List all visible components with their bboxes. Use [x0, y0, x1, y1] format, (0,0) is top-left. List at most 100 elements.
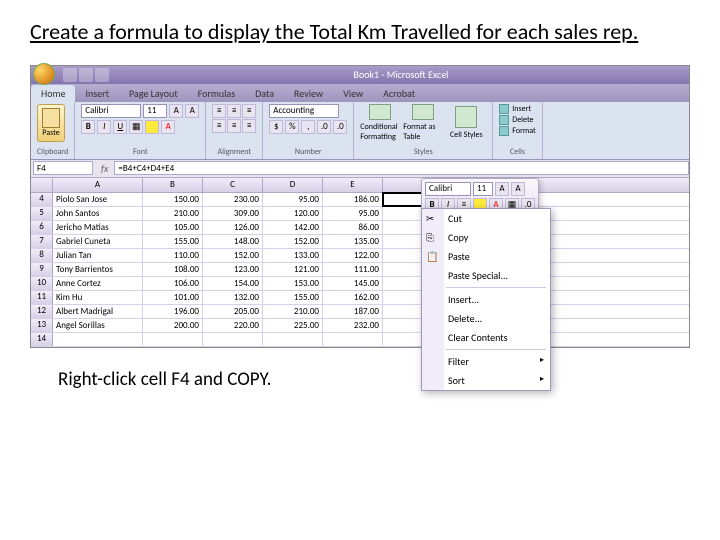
cell[interactable]: 155.00	[143, 235, 203, 248]
cell[interactable]: 121.00	[263, 263, 323, 276]
menu-copy[interactable]: ⎘Copy	[422, 228, 550, 247]
cell[interactable]: 148.00	[203, 235, 263, 248]
cell[interactable]: Jericho Matias	[53, 221, 143, 234]
save-icon[interactable]	[63, 68, 77, 82]
col-header-a[interactable]: A	[53, 178, 143, 192]
tab-view[interactable]: View	[333, 85, 373, 102]
menu-clear[interactable]: Clear Contents	[422, 328, 550, 347]
cell[interactable]: Anne Cortez	[53, 277, 143, 290]
cell[interactable]: Albert Madrigal	[53, 305, 143, 318]
undo-icon[interactable]	[79, 68, 93, 82]
mini-size-combo[interactable]: 11	[473, 182, 493, 196]
format-as-table-button[interactable]: Format as Table	[403, 104, 443, 142]
cell[interactable]	[53, 333, 143, 346]
number-format-combo[interactable]: Accounting	[269, 104, 339, 118]
menu-paste[interactable]: 📋Paste	[422, 247, 550, 266]
percent-icon[interactable]: %	[285, 120, 299, 134]
cell[interactable]: 111.00	[323, 263, 383, 276]
increase-decimal-icon[interactable]: .0	[317, 120, 331, 134]
cell[interactable]: 210.00	[263, 305, 323, 318]
cell[interactable]: Angel Sorillas	[53, 319, 143, 332]
row-header[interactable]: 7	[31, 235, 53, 248]
font-name-combo[interactable]: Calibri	[81, 104, 141, 118]
align-bottom-icon[interactable]: ≡	[242, 104, 256, 118]
cell[interactable]: 186.00	[323, 193, 383, 206]
fx-icon[interactable]: fx	[95, 162, 114, 175]
cell[interactable]: 95.00	[263, 193, 323, 206]
row-header[interactable]: 11	[31, 291, 53, 304]
paste-button[interactable]: Paste	[37, 104, 65, 142]
underline-button[interactable]: U	[113, 120, 127, 134]
insert-cells-button[interactable]: Insert	[499, 104, 535, 114]
cell[interactable]: 155.00	[263, 291, 323, 304]
menu-insert[interactable]: Insert...	[422, 290, 550, 309]
mini-grow-icon[interactable]: A	[495, 182, 509, 196]
cell[interactable]: 196.00	[143, 305, 203, 318]
row-header[interactable]: 4	[31, 193, 53, 206]
cell[interactable]: 86.00	[323, 221, 383, 234]
col-header-e[interactable]: E	[323, 178, 383, 192]
cell[interactable]: 225.00	[263, 319, 323, 332]
cell[interactable]: 142.00	[263, 221, 323, 234]
formula-input[interactable]: =B4+C4+D4+E4	[114, 161, 689, 175]
currency-icon[interactable]: $	[269, 120, 283, 134]
name-box[interactable]: F4	[33, 161, 93, 175]
cell[interactable]	[143, 333, 203, 346]
row-header[interactable]: 9	[31, 263, 53, 276]
tab-formulas[interactable]: Formulas	[188, 85, 245, 102]
tab-page-layout[interactable]: Page Layout	[119, 85, 188, 102]
cell[interactable]: 200.00	[143, 319, 203, 332]
align-center-icon[interactable]: ≡	[227, 119, 241, 133]
cell[interactable]: Tony Barrientos	[53, 263, 143, 276]
row-header[interactable]: 13	[31, 319, 53, 332]
cell[interactable]: 154.00	[203, 277, 263, 290]
cell[interactable]: 220.00	[203, 319, 263, 332]
cell[interactable]	[323, 333, 383, 346]
cell[interactable]: John Santos	[53, 207, 143, 220]
cell[interactable]: 232.00	[323, 319, 383, 332]
select-all-corner[interactable]	[31, 178, 53, 192]
cell[interactable]: Piolo San Jose	[53, 193, 143, 206]
row-header[interactable]: 5	[31, 207, 53, 220]
cell[interactable]: 187.00	[323, 305, 383, 318]
cell[interactable]: 145.00	[323, 277, 383, 290]
menu-cut[interactable]: ✂Cut	[422, 209, 550, 228]
cell[interactable]: 105.00	[143, 221, 203, 234]
fill-color-button[interactable]	[145, 120, 159, 134]
tab-insert[interactable]: Insert	[75, 85, 119, 102]
cell[interactable]: 309.00	[203, 207, 263, 220]
cell[interactable]: Kim Hu	[53, 291, 143, 304]
cell[interactable]: 205.00	[203, 305, 263, 318]
align-middle-icon[interactable]: ≡	[227, 104, 241, 118]
cell[interactable]: 210.00	[143, 207, 203, 220]
cell[interactable]: 133.00	[263, 249, 323, 262]
tab-home[interactable]: Home	[31, 85, 75, 102]
cell[interactable]: 152.00	[203, 249, 263, 262]
format-cells-button[interactable]: Format	[499, 126, 535, 136]
col-header-d[interactable]: D	[263, 178, 323, 192]
cell[interactable]: 162.00	[323, 291, 383, 304]
cell[interactable]: Gabriel Cuneta	[53, 235, 143, 248]
cell[interactable]: 110.00	[143, 249, 203, 262]
comma-icon[interactable]: ,	[301, 120, 315, 134]
row-header[interactable]: 10	[31, 277, 53, 290]
office-button[interactable]	[33, 63, 55, 85]
conditional-formatting-button[interactable]: Conditional Formatting	[360, 104, 400, 142]
bold-button[interactable]: B	[81, 120, 95, 134]
cell[interactable]: 106.00	[143, 277, 203, 290]
menu-filter[interactable]: Filter▸	[422, 352, 550, 371]
align-top-icon[interactable]: ≡	[212, 104, 226, 118]
row-header[interactable]: 8	[31, 249, 53, 262]
cell[interactable]: 126.00	[203, 221, 263, 234]
mini-font-combo[interactable]: Calibri	[425, 182, 471, 196]
decrease-decimal-icon[interactable]: .0	[333, 120, 347, 134]
cell[interactable]	[203, 333, 263, 346]
cell[interactable]: 120.00	[263, 207, 323, 220]
grow-font-icon[interactable]: A	[169, 104, 183, 118]
menu-paste-special[interactable]: Paste Special...	[422, 266, 550, 285]
cell[interactable]: 95.00	[323, 207, 383, 220]
redo-icon[interactable]	[95, 68, 109, 82]
cell[interactable]: 135.00	[323, 235, 383, 248]
menu-sort[interactable]: Sort▸	[422, 371, 550, 390]
col-header-b[interactable]: B	[143, 178, 203, 192]
